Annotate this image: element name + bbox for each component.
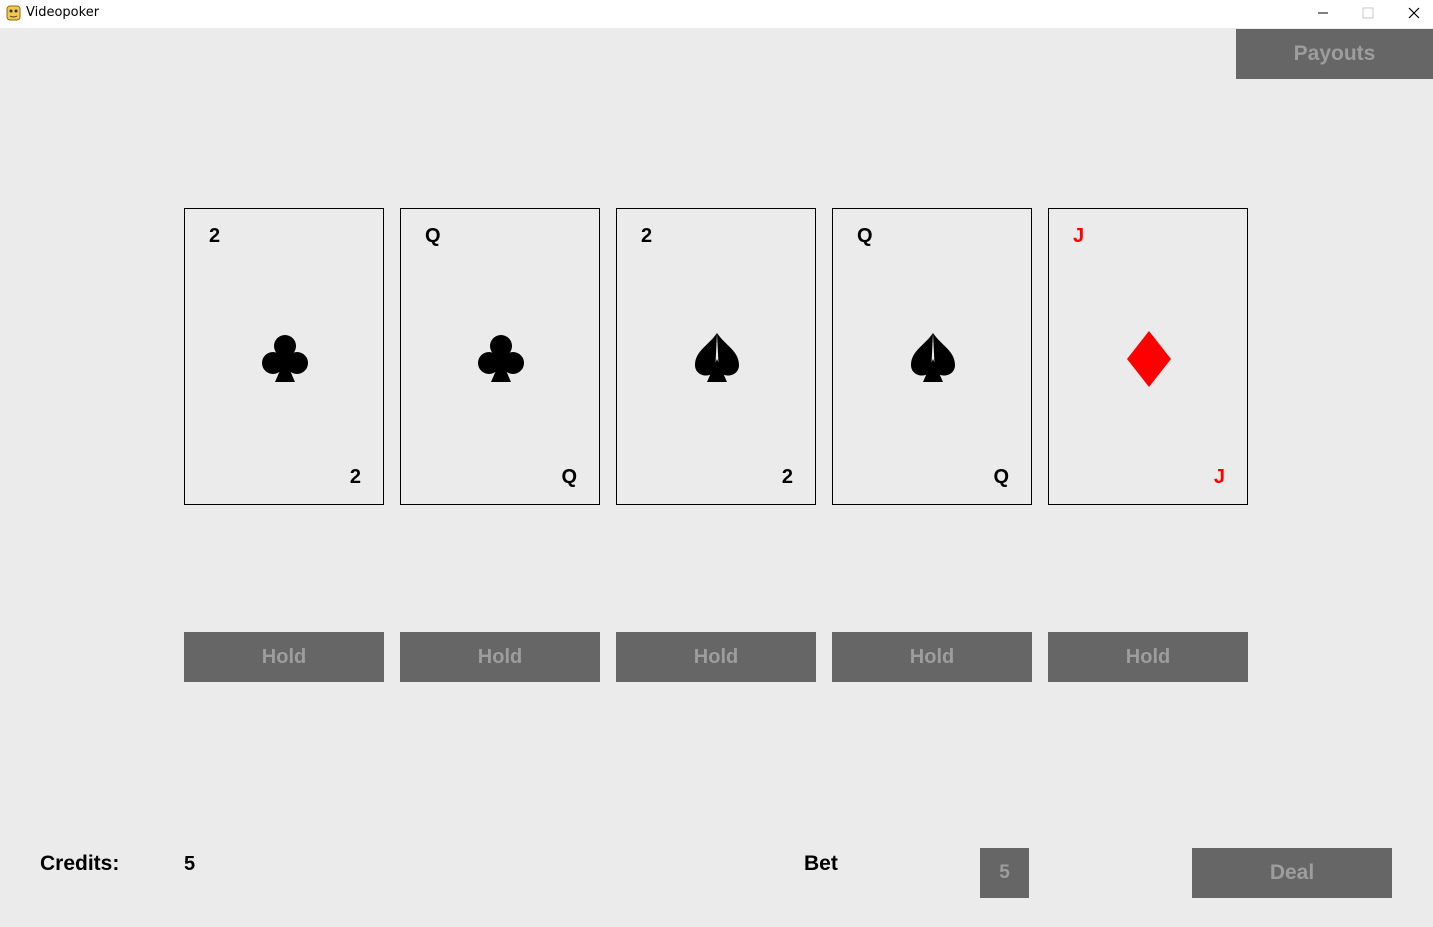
maximize-button[interactable] bbox=[1345, 0, 1391, 28]
card-rank-top: 2 bbox=[209, 225, 221, 247]
club-icon bbox=[478, 335, 524, 382]
card-rank-bottom: 2 bbox=[349, 466, 361, 488]
card-4[interactable]: QQ bbox=[832, 208, 1032, 505]
title-bar: Videopoker bbox=[0, 0, 1433, 28]
close-button[interactable] bbox=[1391, 0, 1433, 28]
hold-button-5[interactable]: Hold bbox=[1048, 632, 1248, 682]
deal-button[interactable]: Deal bbox=[1192, 848, 1392, 898]
python-icon bbox=[6, 5, 21, 21]
minimize-icon bbox=[1318, 12, 1328, 14]
bet-label: Bet bbox=[804, 852, 838, 875]
card-5[interactable]: JJ bbox=[1048, 208, 1248, 505]
card-rank-top: Q bbox=[425, 225, 441, 247]
card-rank-top: 2 bbox=[641, 225, 653, 247]
card-rank-bottom: J bbox=[1213, 466, 1225, 488]
club-icon bbox=[262, 335, 308, 382]
card-2[interactable]: QQ bbox=[400, 208, 600, 505]
card-rank-top: Q bbox=[857, 225, 873, 247]
card-rank-bottom: Q bbox=[561, 466, 577, 488]
credits-label: Credits: bbox=[40, 852, 120, 875]
hold-button-1[interactable]: Hold bbox=[184, 632, 384, 682]
card-rank-top: J bbox=[1073, 225, 1085, 247]
maximize-icon bbox=[1362, 7, 1374, 19]
diamond-icon bbox=[1127, 331, 1171, 387]
hold-button-4[interactable]: Hold bbox=[832, 632, 1032, 682]
credits-value: 5 bbox=[184, 853, 196, 875]
close-icon bbox=[1408, 7, 1420, 19]
minimize-button[interactable] bbox=[1300, 0, 1346, 28]
spade-icon bbox=[911, 333, 955, 382]
window-title: Videopoker bbox=[26, 5, 100, 20]
hold-button-2[interactable]: Hold bbox=[400, 632, 600, 682]
card-rank-bottom: Q bbox=[993, 466, 1009, 488]
spade-icon bbox=[695, 333, 739, 382]
card-3[interactable]: 22 bbox=[616, 208, 816, 505]
card-rank-bottom: 2 bbox=[781, 466, 793, 488]
hold-button-3[interactable]: Hold bbox=[616, 632, 816, 682]
bet-button[interactable]: 5 bbox=[980, 848, 1029, 898]
card-1[interactable]: 22 bbox=[184, 208, 384, 505]
payouts-button[interactable]: Payouts bbox=[1236, 29, 1433, 79]
